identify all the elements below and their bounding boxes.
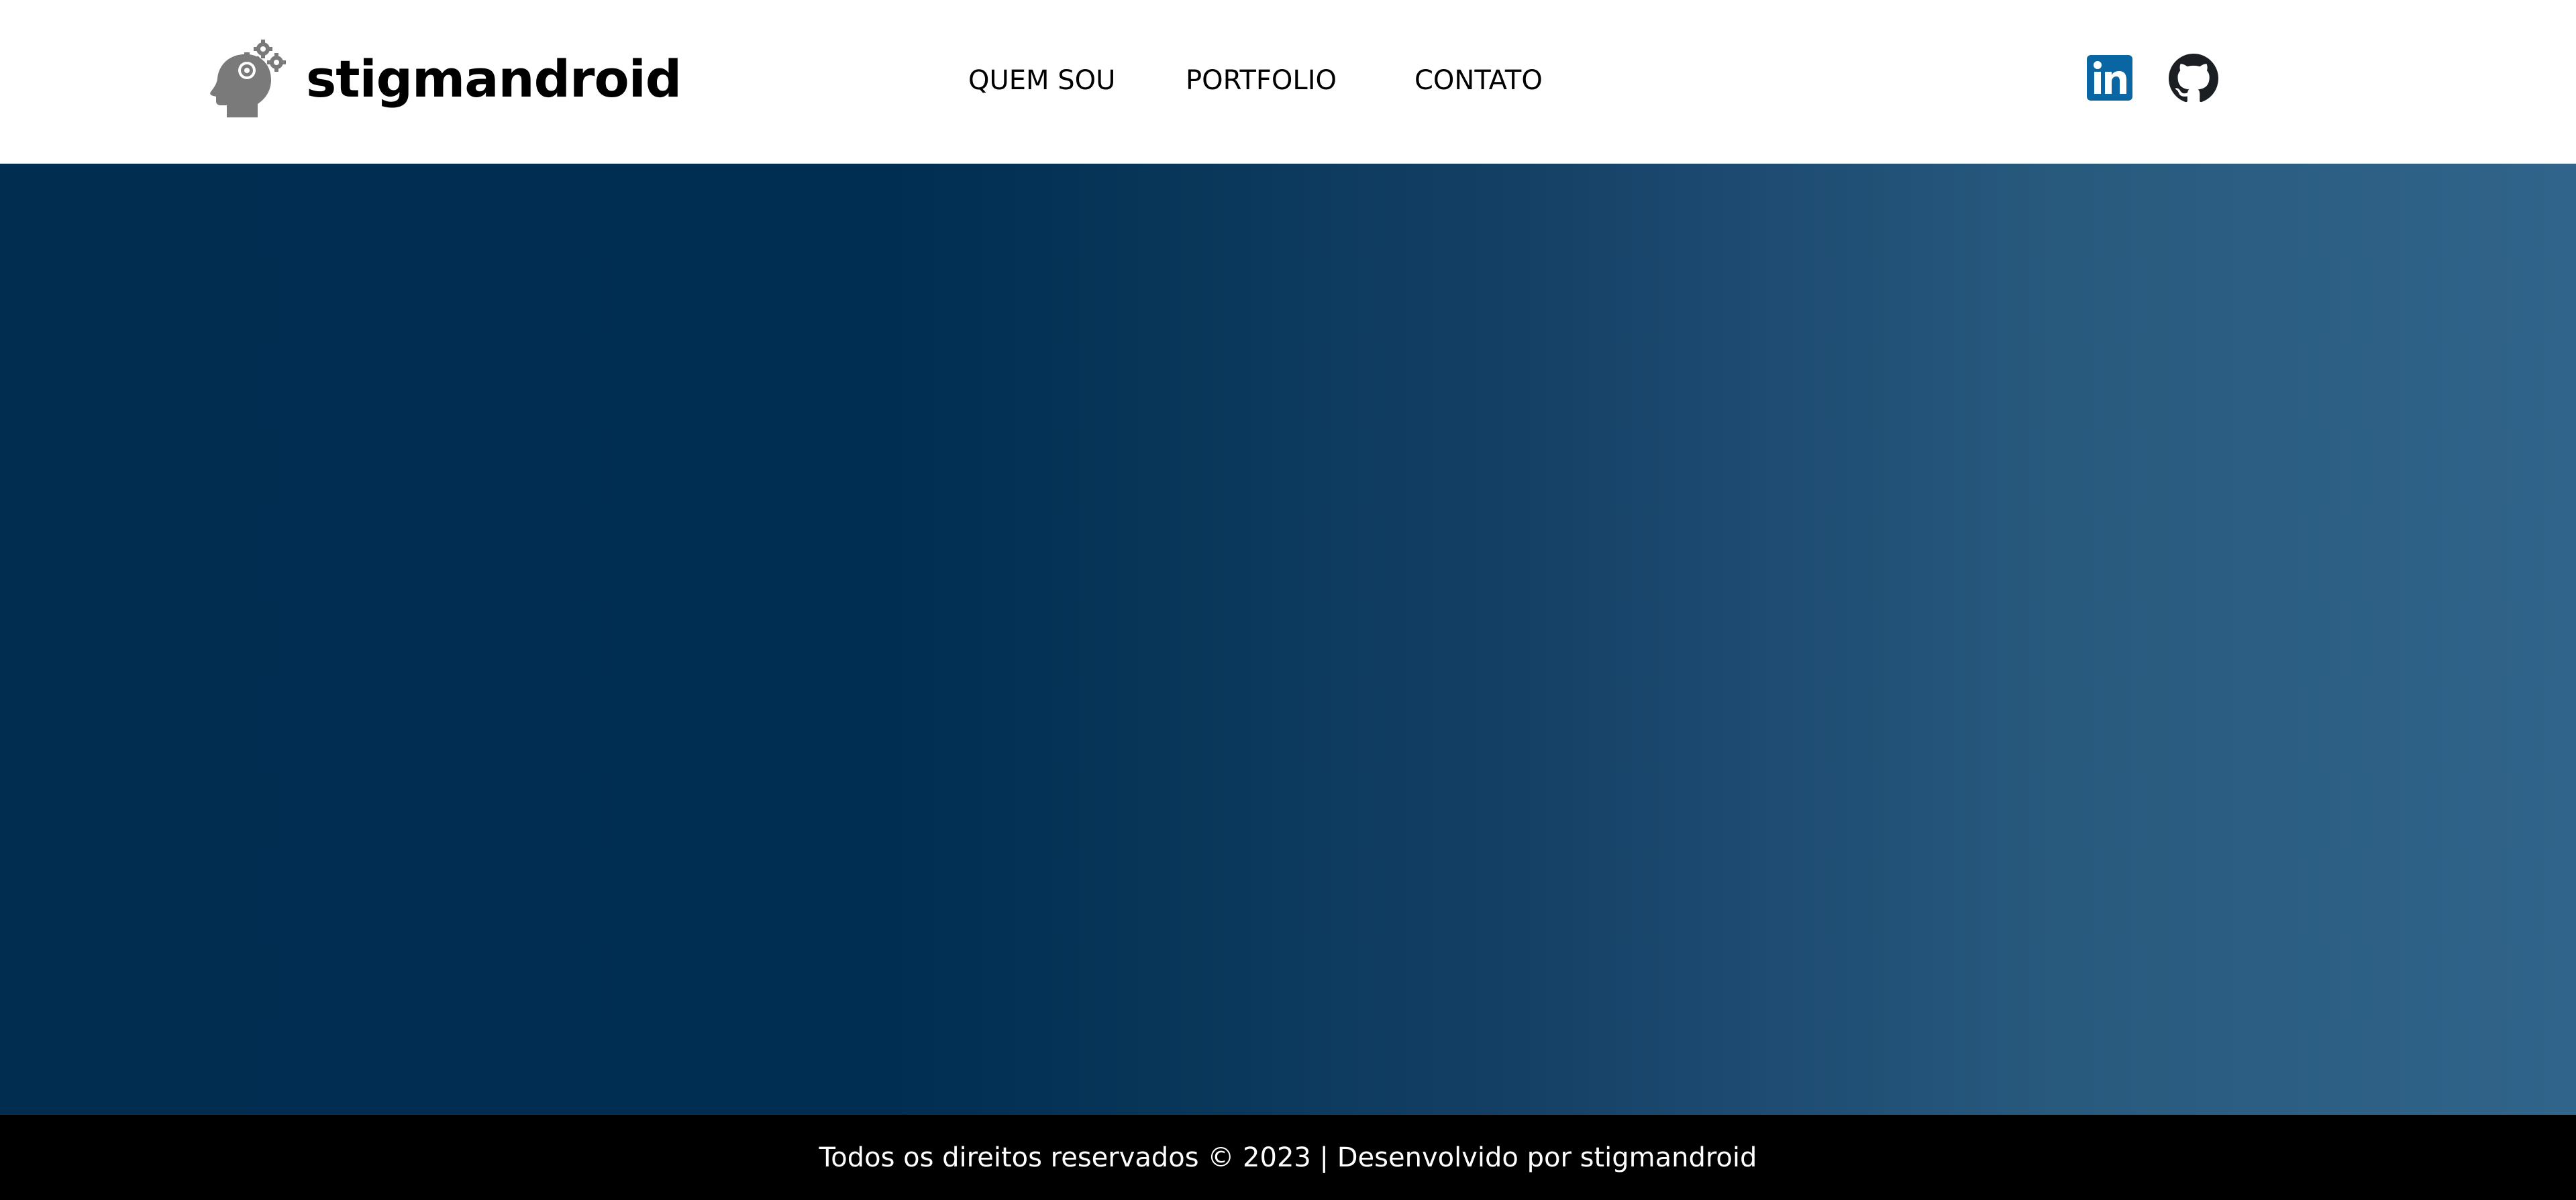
github-icon[interactable] [2169,54,2218,103]
head-gears-icon [210,40,286,117]
site-footer: Todos os direitos reservados © 2023 | De… [0,1115,2576,1200]
nav-contato[interactable]: CONTATO [1414,62,1543,99]
site-header: stigmandroid QUEM SOU PORTFOLIO CONTATO [0,0,2576,164]
footer-copyright: Todos os direitos reservados © 2023 | De… [819,1142,1757,1173]
nav-portfolio[interactable]: PORTFOLIO [1186,62,1337,99]
logo-text[interactable]: stigmandroid [306,54,682,105]
linkedin-icon[interactable] [2087,55,2132,101]
hero-banner [0,164,2576,1115]
nav-quem-sou[interactable]: QUEM SOU [968,62,1115,99]
logo[interactable]: stigmandroid [207,39,682,119]
